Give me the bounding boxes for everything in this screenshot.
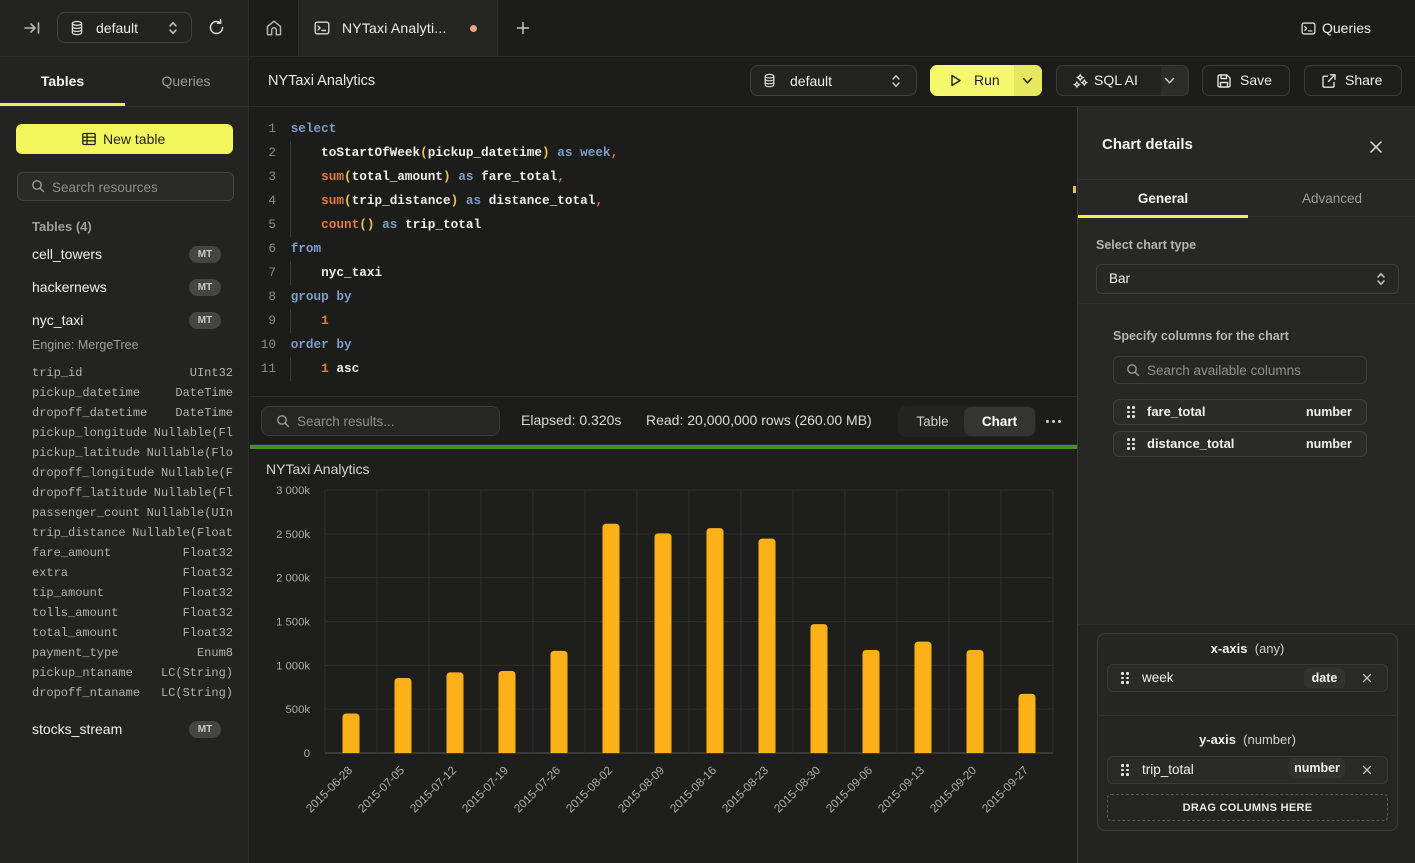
svg-text:0: 0 <box>304 748 310 760</box>
svg-text:2015-09-27: 2015-09-27 <box>980 764 1031 815</box>
svg-text:3 000k: 3 000k <box>276 485 310 497</box>
svg-text:2015-09-06: 2015-09-06 <box>824 764 875 815</box>
svg-text:2015-08-23: 2015-08-23 <box>720 764 771 815</box>
svg-text:2015-07-12: 2015-07-12 <box>408 764 459 815</box>
svg-text:2015-09-20: 2015-09-20 <box>928 764 980 816</box>
svg-text:500k: 500k <box>286 704 311 716</box>
svg-text:2015-08-02: 2015-08-02 <box>564 764 615 815</box>
svg-text:2015-07-26: 2015-07-26 <box>512 764 563 815</box>
svg-text:2015-07-05: 2015-07-05 <box>356 764 408 816</box>
svg-text:2015-08-09: 2015-08-09 <box>616 764 667 815</box>
svg-text:2 500k: 2 500k <box>276 529 310 541</box>
svg-text:2 000k: 2 000k <box>276 573 310 585</box>
svg-text:2015-08-16: 2015-08-16 <box>668 764 719 815</box>
svg-text:1 500k: 1 500k <box>276 617 310 629</box>
svg-text:2015-06-28: 2015-06-28 <box>304 764 355 815</box>
svg-text:2015-09-13: 2015-09-13 <box>876 764 927 815</box>
svg-text:2015-08-30: 2015-08-30 <box>772 764 824 816</box>
svg-text:1 000k: 1 000k <box>276 660 310 672</box>
svg-text:2015-07-19: 2015-07-19 <box>460 764 511 815</box>
